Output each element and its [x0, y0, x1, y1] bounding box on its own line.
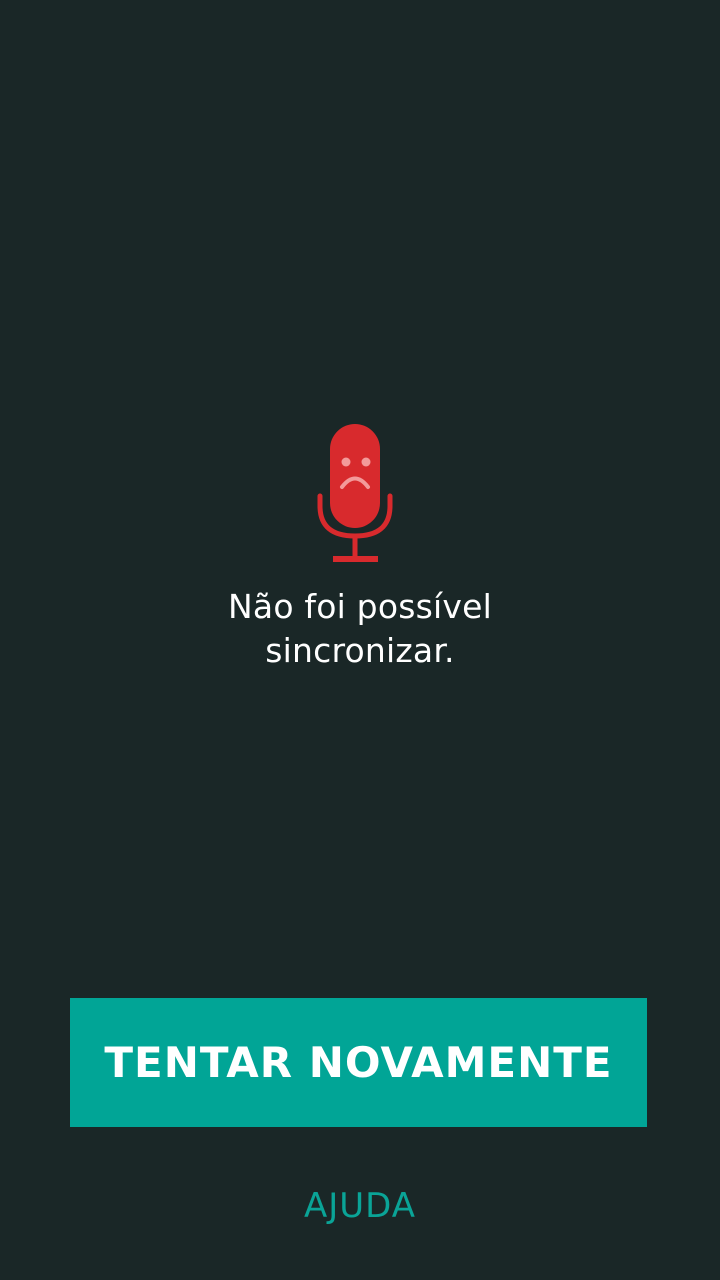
sad-microphone-icon	[317, 424, 393, 562]
help-link[interactable]: AJUDA	[0, 1186, 720, 1226]
error-message-line-1: Não foi possível	[228, 587, 492, 626]
error-message: Não foi possível sincronizar.	[0, 585, 720, 673]
retry-button[interactable]: TENTAR NOVAMENTE	[70, 998, 647, 1127]
error-message-line-2: sincronizar.	[265, 631, 455, 670]
sync-error-screen: Não foi possível sincronizar. TENTAR NOV…	[0, 0, 720, 1280]
